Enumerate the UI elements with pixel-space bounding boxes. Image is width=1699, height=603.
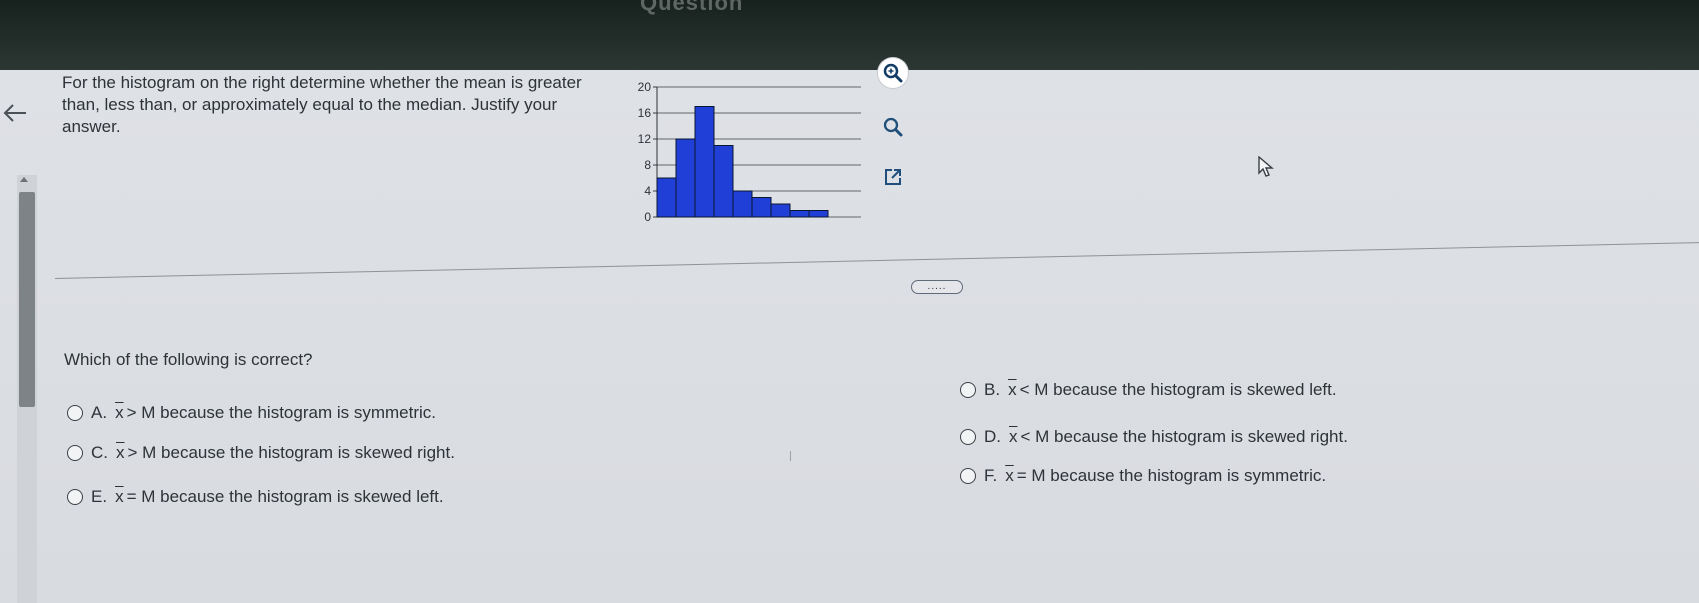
y-tick-label: 12: [638, 132, 652, 146]
option-text: because the histogram is symmetric.: [160, 403, 436, 422]
zoom-in-icon[interactable]: [878, 58, 908, 88]
y-tick-label: 4: [644, 184, 651, 198]
option-relation: < M: [1019, 380, 1049, 399]
popout-icon[interactable]: [878, 162, 908, 192]
option-relation: < M: [1020, 427, 1050, 446]
radio-button[interactable]: [960, 382, 976, 398]
x-bar-symbol: x: [116, 443, 125, 462]
radio-button[interactable]: [67, 405, 83, 421]
histogram-bar: [675, 138, 696, 218]
histogram-bar: [789, 210, 810, 218]
option-letter: D.: [984, 427, 1001, 446]
option-relation: = M: [126, 487, 156, 506]
radio-button[interactable]: [960, 468, 976, 484]
option-e[interactable]: E. x = M because the histogram is skewed…: [67, 487, 444, 507]
option-letter: E.: [91, 487, 108, 506]
histogram-bar: [770, 203, 791, 218]
scrollbar-thumb[interactable]: [19, 192, 35, 407]
option-text: because the histogram is symmetric.: [1050, 466, 1327, 485]
option-relation: = M: [1016, 466, 1046, 485]
histogram-bar: [808, 210, 829, 218]
y-tick-label: 0: [644, 210, 651, 224]
option-b[interactable]: B. x < M because the histogram is skewed…: [960, 380, 1337, 400]
option-c[interactable]: C. x > M because the histogram is skewed…: [67, 443, 455, 463]
radio-button[interactable]: [960, 429, 976, 445]
histogram-bar: [751, 197, 772, 218]
page-title: Question: [640, 0, 744, 15]
x-bar-symbol: x: [115, 403, 124, 422]
stray-mark: [790, 451, 791, 461]
y-tick-label: 8: [644, 158, 651, 172]
y-tick-label: 16: [638, 106, 652, 120]
option-text: because the histogram is skewed left.: [1053, 380, 1337, 399]
histogram-bar: [713, 145, 734, 218]
option-relation: > M: [127, 443, 157, 462]
option-f[interactable]: F. x = M because the histogram is symmet…: [960, 466, 1326, 486]
option-a[interactable]: A. x > M because the histogram is symmet…: [67, 403, 436, 423]
option-letter: C.: [91, 443, 108, 462]
histogram-bar: [694, 106, 715, 218]
mouse-cursor-icon: [1258, 155, 1274, 183]
option-relation: > M: [126, 403, 156, 422]
option-d[interactable]: D. x < M because the histogram is skewed…: [960, 427, 1348, 447]
back-arrow-icon[interactable]: [2, 100, 28, 126]
y-tick-label: 20: [638, 80, 652, 94]
option-text: because the histogram is skewed left.: [160, 487, 444, 506]
radio-button[interactable]: [67, 445, 83, 461]
option-letter: A.: [91, 403, 108, 422]
x-bar-symbol: x: [1008, 380, 1017, 399]
x-bar-symbol: x: [1005, 466, 1014, 485]
expand-more-button[interactable]: .....: [911, 280, 963, 294]
question-prompt: For the histogram on the right determine…: [62, 73, 582, 136]
radio-button[interactable]: [67, 489, 83, 505]
scroll-up-icon[interactable]: [20, 177, 28, 182]
zoom-out-icon[interactable]: [878, 112, 908, 142]
option-text: because the histogram is skewed right.: [161, 443, 455, 462]
option-letter: B.: [984, 380, 1001, 399]
top-bar: Question: [0, 0, 1699, 70]
histogram: 0 4 8 12 16 20: [605, 75, 865, 240]
histogram-bar: [732, 190, 753, 218]
x-bar-symbol: x: [115, 487, 124, 506]
option-text: because the histogram is skewed right.: [1054, 427, 1348, 446]
question-text: Which of the following is correct?: [64, 350, 313, 369]
histogram-bar: [656, 177, 677, 218]
option-letter: F.: [984, 466, 998, 485]
x-bar-symbol: x: [1009, 427, 1018, 446]
